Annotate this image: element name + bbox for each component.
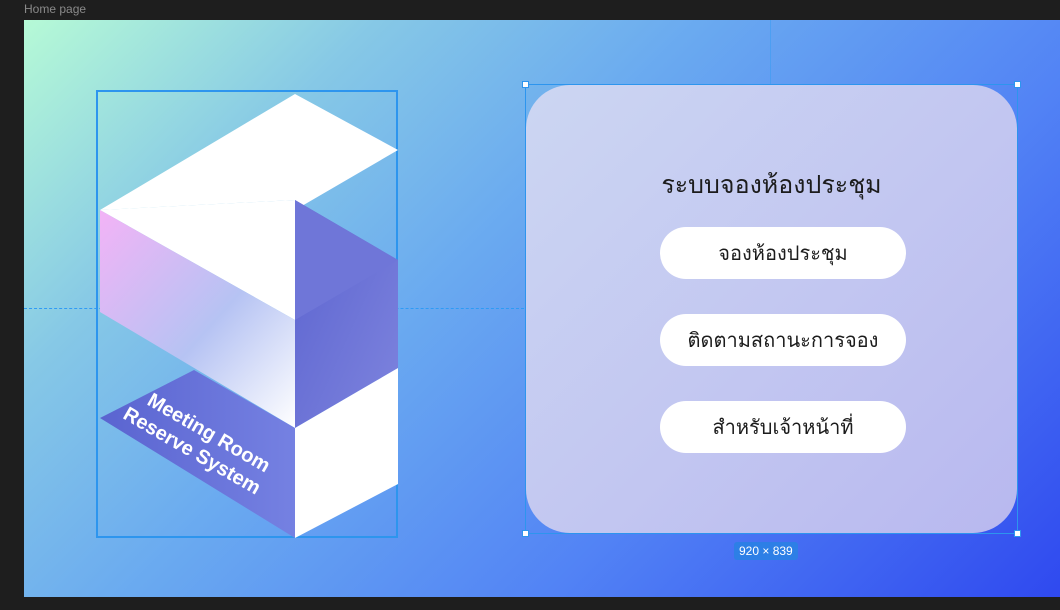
logo-image[interactable]: Meeting Room Reserve System bbox=[96, 90, 398, 538]
resize-handle-bottom-right[interactable] bbox=[1014, 530, 1021, 537]
dimension-badge: 920 × 839 bbox=[734, 542, 798, 560]
home-page-frame[interactable]: Meeting Room Reserve System ระบบจองห้องป… bbox=[24, 20, 1060, 597]
selection-box[interactable] bbox=[522, 81, 1021, 537]
alignment-guide-vertical bbox=[770, 20, 771, 84]
resize-handle-top-right[interactable] bbox=[1014, 81, 1021, 88]
resize-handle-top-left[interactable] bbox=[522, 81, 529, 88]
frame-label[interactable]: Home page bbox=[24, 2, 86, 16]
resize-handle-bottom-left[interactable] bbox=[522, 530, 529, 537]
isometric-s-logo: Meeting Room Reserve System bbox=[100, 94, 398, 538]
